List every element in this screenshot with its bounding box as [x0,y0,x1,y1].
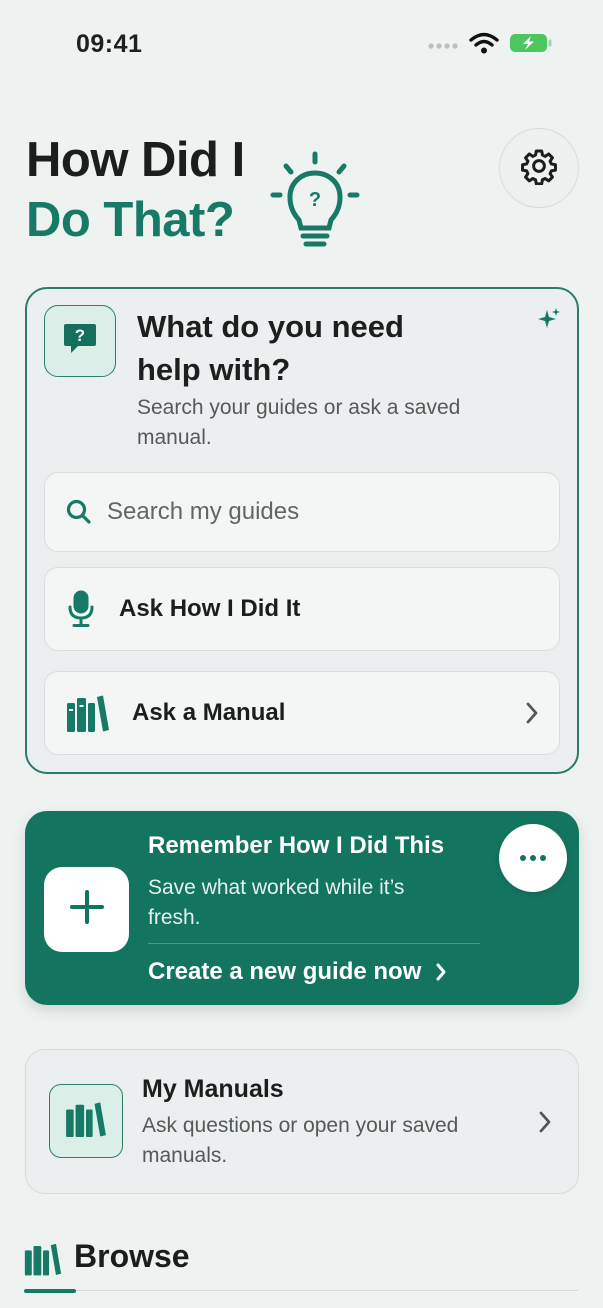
books-icon [65,1101,107,1142]
wifi-icon [469,32,499,59]
create-guide-button[interactable] [44,867,129,952]
cellular-dots-icon [427,37,459,55]
search-input[interactable]: Search my guides [44,472,560,552]
gear-icon [520,147,558,190]
microphone-icon [67,590,95,628]
app-title-line2: Do That? [26,193,235,247]
status-time: 09:41 [76,30,143,58]
search-icon [65,498,93,526]
more-dots-icon [519,849,547,867]
ask-how-i-did-it-button[interactable]: Ask How I Did It [44,567,560,651]
help-title: What do you need help with? [137,309,404,387]
books-icon [24,1242,62,1281]
lightbulb-question-icon: ? [268,150,362,259]
battery-charging-icon [509,32,553,59]
manuals-icon-box [49,1084,123,1158]
help-subtitle: Search your guides or ask a saved manual… [137,396,461,449]
settings-button[interactable] [499,128,579,208]
remember-divider [148,943,480,944]
svg-text:?: ? [309,189,321,211]
create-new-guide-label: Create a new guide now [148,958,422,985]
app-title-line1: How Did I [26,133,245,187]
search-placeholder: Search my guides [107,498,300,525]
sparkle-icon [537,307,561,338]
ask-a-manual-button[interactable]: Ask a Manual [44,671,560,755]
browse-heading: Browse [74,1238,190,1274]
my-manuals-subtitle: Ask questions or open your saved manuals… [142,1114,459,1167]
svg-text:?: ? [75,326,85,345]
books-icon [66,694,110,732]
create-new-guide-link[interactable]: Create a new guide now [148,958,447,986]
browse-underline [24,1289,76,1293]
chevron-right-icon [435,962,447,982]
more-options-button[interactable] [499,824,567,892]
status-icons [427,32,553,59]
chevron-right-icon [525,701,539,725]
my-manuals-title: My Manuals [142,1075,284,1103]
chevron-right-icon [538,1110,552,1139]
browse-divider [76,1290,578,1291]
ask-a-manual-label: Ask a Manual [132,699,286,726]
ask-how-i-did-it-label: Ask How I Did It [119,595,301,622]
question-chat-icon: ? [61,320,99,363]
remember-title: Remember How I Did This [148,832,445,859]
plus-icon [69,889,105,930]
remember-subtitle: Save what worked while it’s fresh. [148,876,405,929]
help-icon-box: ? [44,305,116,377]
